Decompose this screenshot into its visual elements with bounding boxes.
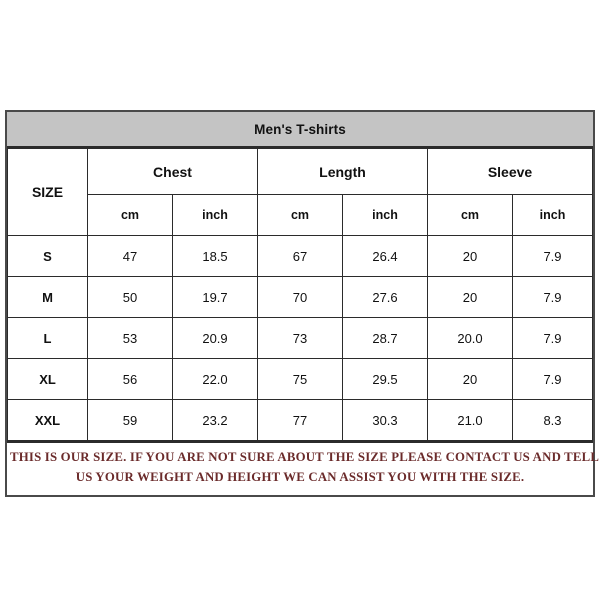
table-row: S 47 18.5 67 26.4 20 7.9 — [7, 235, 593, 277]
cell-size: M — [7, 276, 88, 318]
cell-length-cm: 75 — [257, 358, 343, 400]
cell-sleeve-inch: 7.9 — [512, 317, 593, 359]
cell-length-cm: 67 — [257, 235, 343, 277]
cell-size: XL — [7, 358, 88, 400]
unit-header-chest-cm: cm — [87, 194, 173, 236]
table-row: XL 56 22.0 75 29.5 20 7.9 — [7, 358, 593, 400]
size-chart-page: Men's T-shirts SIZE Chest Length Sleeve … — [0, 0, 600, 600]
cell-length-inch: 26.4 — [342, 235, 428, 277]
cell-chest-inch: 20.9 — [172, 317, 258, 359]
table-row: M 50 19.7 70 27.6 20 7.9 — [7, 276, 593, 318]
footer-note-line-1: THIS IS OUR SIZE. IF YOU ARE NOT SURE AB… — [10, 450, 600, 464]
cell-chest-cm: 56 — [87, 358, 173, 400]
cell-size: L — [7, 317, 88, 359]
size-table: SIZE Chest Length Sleeve cm inch cm inch… — [7, 148, 593, 441]
cell-chest-inch: 19.7 — [172, 276, 258, 318]
footer-note-line-2: US YOUR WEIGHT AND HEIGHT WE CAN ASSIST … — [75, 469, 525, 484]
cell-length-inch: 29.5 — [342, 358, 428, 400]
cell-sleeve-cm: 20 — [427, 276, 513, 318]
unit-header-chest-inch: inch — [172, 194, 258, 236]
cell-length-cm: 70 — [257, 276, 343, 318]
size-chart-container: Men's T-shirts SIZE Chest Length Sleeve … — [5, 110, 600, 497]
table-header-group-row: SIZE Chest Length Sleeve — [7, 148, 593, 236]
table-header: SIZE Chest Length Sleeve cm inch cm inch… — [7, 148, 593, 236]
cell-length-cm: 73 — [257, 317, 343, 359]
column-header-chest: Chest — [87, 148, 258, 195]
cell-chest-cm: 53 — [87, 317, 173, 359]
cell-chest-inch: 18.5 — [172, 235, 258, 277]
unit-header-sleeve-cm: cm — [427, 194, 513, 236]
cell-length-cm: 77 — [257, 399, 343, 441]
cell-sleeve-inch: 7.9 — [512, 276, 593, 318]
chart-title-bar: Men's T-shirts — [7, 112, 593, 148]
unit-header-length-inch: inch — [342, 194, 428, 236]
column-header-length: Length — [257, 148, 428, 195]
footer-note: THIS IS OUR SIZE. IF YOU ARE NOT SURE AB… — [7, 441, 600, 495]
cell-length-inch: 28.7 — [342, 317, 428, 359]
cell-sleeve-inch: 8.3 — [512, 399, 593, 441]
column-header-sleeve: Sleeve — [427, 148, 593, 195]
table-row: XXL 59 23.2 77 30.3 21.0 8.3 — [7, 399, 593, 441]
unit-header-length-cm: cm — [257, 194, 343, 236]
cell-chest-cm: 47 — [87, 235, 173, 277]
cell-sleeve-cm: 20 — [427, 235, 513, 277]
table-header-unit-row: cm inch cm inch cm inch — [8, 194, 593, 236]
cell-length-inch: 27.6 — [342, 276, 428, 318]
unit-header-sleeve-inch: inch — [512, 194, 593, 236]
cell-length-inch: 30.3 — [342, 399, 428, 441]
column-header-size: SIZE — [7, 148, 88, 236]
cell-chest-cm: 59 — [87, 399, 173, 441]
cell-sleeve-inch: 7.9 — [512, 358, 593, 400]
table-row: L 53 20.9 73 28.7 20.0 7.9 — [7, 317, 593, 359]
cell-size: S — [7, 235, 88, 277]
cell-sleeve-cm: 20 — [427, 358, 513, 400]
cell-sleeve-cm: 20.0 — [427, 317, 513, 359]
page-title: Men's T-shirts — [254, 121, 346, 137]
table-body: S 47 18.5 67 26.4 20 7.9 M 50 19.7 70 27… — [7, 235, 593, 441]
cell-sleeve-inch: 7.9 — [512, 235, 593, 277]
cell-size: XXL — [7, 399, 88, 441]
cell-chest-inch: 22.0 — [172, 358, 258, 400]
cell-sleeve-cm: 21.0 — [427, 399, 513, 441]
cell-chest-cm: 50 — [87, 276, 173, 318]
cell-chest-inch: 23.2 — [172, 399, 258, 441]
